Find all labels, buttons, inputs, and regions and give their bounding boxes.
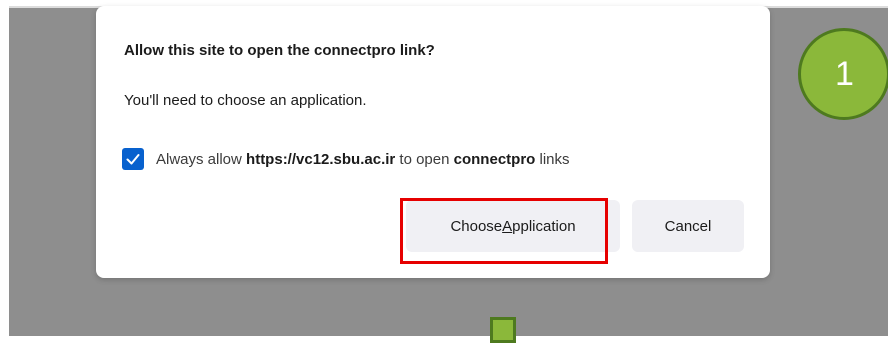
green-marker-square: [490, 317, 516, 343]
checkmark-icon: [126, 154, 140, 165]
always-allow-checkbox[interactable]: [122, 148, 144, 170]
cancel-button[interactable]: Cancel: [632, 200, 744, 252]
label-suffix: links: [535, 150, 570, 168]
dialog-message: You'll need to choose an application.: [124, 92, 367, 109]
highlight-annotation-box: [400, 198, 608, 264]
always-allow-label[interactable]: Always allow https://vc12.sbu.ac.ir to o…: [156, 151, 570, 168]
always-allow-row[interactable]: Always allow https://vc12.sbu.ac.ir to o…: [122, 148, 570, 170]
label-site: https://vc12.sbu.ac.ir: [246, 150, 396, 168]
dialog-title: Allow this site to open the connectpro l…: [124, 42, 435, 59]
label-middle: to open: [395, 150, 454, 168]
step-number-badge: 1: [798, 28, 888, 120]
label-protocol: connectpro: [453, 150, 536, 168]
label-prefix: Always allow: [156, 150, 247, 168]
